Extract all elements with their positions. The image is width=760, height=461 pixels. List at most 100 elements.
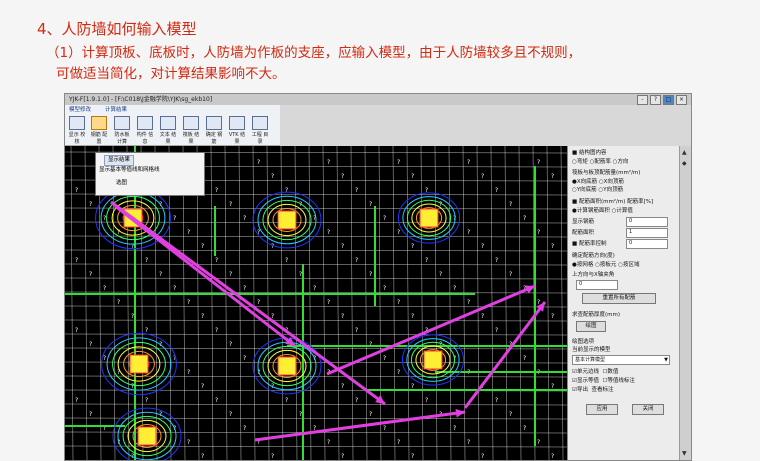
hatch-mark: ? [425,397,428,404]
field1-input[interactable]: 0 [626,217,668,227]
tool-project-dir[interactable]: 工程 目录 [250,115,270,145]
hatch-mark: ? [131,313,134,320]
sec2-title: 筏板与板顶配筋量(mm²/m) [572,170,641,176]
confirm-icon [206,116,222,130]
tool-text-results[interactable]: 文本 结果 [158,115,178,145]
hatch-mark: ? [341,383,344,390]
hatch-mark: ? [355,187,358,194]
column-core [137,426,157,446]
hatch-mark: ? [145,327,148,334]
field3-input[interactable]: 0 [626,239,668,249]
hatch-mark: ? [257,299,260,306]
tool-confirm-rebar[interactable]: 确定 钢筋 [204,115,224,145]
hatch-mark: ? [243,355,246,362]
hatch-mark: ? [187,439,190,446]
hatch-mark: ? [509,271,512,278]
member-icon [137,116,153,130]
close-panel-button[interactable]: 关闭 [632,404,664,415]
hatch-mark: ? [145,257,148,264]
scroll-down-icon[interactable]: ▼ [682,450,687,457]
apply-button[interactable]: 应用 [586,404,618,415]
popup-item-show-contours[interactable]: 显示基本等值线和网格线 [99,166,160,175]
hatch-mark: ? [509,201,512,208]
tab-model-edit[interactable]: 模型修改 [69,106,91,114]
sec1-title: ■ 结构图内容 [572,150,607,156]
tool-vtk-results[interactable]: VTK 结果 [227,115,247,145]
hatch-mark: ? [369,271,372,278]
sec2-radio-row2[interactable]: ○Y向底筋 ○Y向顶筋 [572,186,623,194]
model-select[interactable]: 基本计算模型 ▼ [572,355,670,365]
hatch-mark: ? [397,229,400,236]
tab-results[interactable]: 计算结果 [105,106,127,114]
text-icon [160,116,176,130]
vertical-scrollbar[interactable]: ▲ ◆ ▼ [679,146,691,460]
hatch-mark: ? [215,397,218,404]
window-title: YJK-F[1.9.1.0] - [F:\C018\J金融学院\YJK\sg_e… [69,96,213,103]
sec1-radio-group[interactable]: ○弯矩 ○配筋率 ○方向 [572,158,628,166]
rebar-icon [91,116,107,130]
sec6-sub: 当前显示的模型 [572,347,611,353]
tool-waterproof-slab[interactable]: 防水板 计算 [112,115,132,145]
scroll-up-icon[interactable]: ▲ [682,149,687,156]
hatch-mark: ? [439,271,442,278]
close-button[interactable]: × [676,95,687,105]
minimize-button[interactable]: - [637,95,648,105]
tool-reinforcement[interactable]: 钢筋 配置 [89,115,109,145]
field2-input[interactable]: 1 [626,228,668,238]
scroll-mid-icon[interactable]: ◆ [682,160,687,167]
column-core [419,208,439,228]
hatch-mark: ? [145,397,148,404]
slide-paragraph: （1）计算顶板、底板时，人防墙为作板的支座，应输入模型，由于人防墙较多且不规则，… [46,43,736,85]
sec3-radio-group[interactable]: ●计算钢筋面积 ○计算值 [572,207,633,215]
hatch-mark: ? [369,201,372,208]
vtk-icon [229,116,245,130]
popup-item-show-results[interactable]: 显示结果 [104,155,135,166]
hatch-mark: ? [299,411,302,418]
software-screenshot: YJK-F[1.9.1.0] - [F:\C018\J金融学院\YJK\sg_e… [64,93,692,461]
hatch-mark: ? [467,299,470,306]
hatch-mark: ? [523,215,526,222]
hatch-mark: ? [271,243,274,250]
hatch-mark: ? [551,243,554,250]
help-button[interactable]: ? [650,95,661,105]
sec2-radio-row1[interactable]: ●X向底筋 ○X向顶筋 [572,178,624,186]
hatch-mark: ? [89,341,92,348]
hatch-mark: ? [355,327,358,334]
tool-member-info[interactable]: 构件 信息 [135,115,155,145]
hatch-mark: ? [537,159,540,166]
maximize-button[interactable]: □ [663,95,674,105]
hatch-mark: ? [89,201,92,208]
hatch-mark: ? [257,159,260,166]
check-row-1[interactable]: ☑单元边线 ☐数值 [572,368,618,376]
hatch-mark: ? [215,187,218,194]
tool-display-check[interactable]: 显示 校核 [67,115,87,145]
hatch-mark: ? [411,173,414,180]
angle-input[interactable]: 0 [576,280,618,290]
popup-item-select[interactable]: 选图 [116,179,127,188]
column-core [423,350,443,370]
hatch-mark: ? [243,425,246,432]
reset-rebar-button[interactable]: 重置所有配筋 [582,293,656,304]
sec4-title: 确定配筋方向(度) [572,253,615,259]
paragraph-line-1: （1）计算顶板、底板时，人防墙为作板的支座，应输入模型，由于人防墙较多且不规则， [46,45,582,61]
hatch-mark: ? [75,187,78,194]
hatch-mark: ? [187,229,190,236]
display-icon [69,116,85,130]
chevron-down-icon: ▼ [664,357,668,363]
hatch-mark: ? [383,215,386,222]
hatch-mark: ? [299,271,302,278]
hatch-mark: ? [229,341,232,348]
hatch-mark: ? [75,397,78,404]
hatch-mark: ? [341,173,344,180]
column-contour [252,191,322,249]
raft-icon [183,116,199,130]
check-row-3[interactable]: ☑导出 查看标注 [572,386,613,394]
tool-raft-results[interactable]: 筏板 结果 [181,115,201,145]
plot-button[interactable]: 绘图 [576,321,606,332]
window-titlebar: YJK-F[1.9.1.0] - [F:\C018\J金融学院\YJK\sg_e… [65,94,691,105]
hatch-mark: ? [285,187,288,194]
hatch-mark: ? [383,425,386,432]
hatch-mark: ? [243,215,246,222]
check-row-2[interactable]: ☑显示等值 ☐等值线标注 [572,377,635,385]
sec4-radio-group[interactable]: ●按网格 ○按板元 ○按区域 [572,261,639,269]
